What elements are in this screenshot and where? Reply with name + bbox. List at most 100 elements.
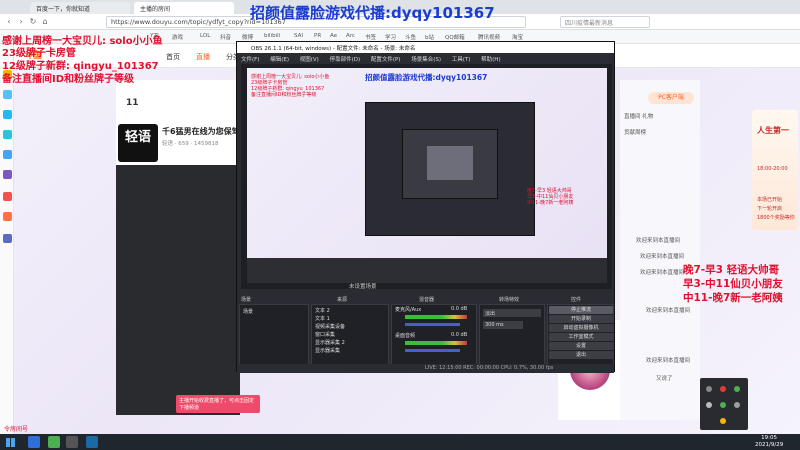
nav-home[interactable]: 首页: [166, 52, 180, 62]
volume-slider[interactable]: [405, 349, 460, 352]
taskbar-clock[interactable]: 19:05 2021/9/29: [755, 435, 783, 449]
bookmark[interactable]: 斗鱼: [405, 33, 416, 41]
menu-view[interactable]: 视图(V): [300, 57, 319, 63]
bookmark[interactable]: 游戏: [172, 33, 183, 41]
promo-text: 1800个奖励等你: [757, 215, 795, 221]
app-icon[interactable]: [3, 110, 12, 119]
chat-line: 欢迎来到本直播间: [646, 358, 691, 364]
overlay-right-line: 晚7-早3 轻语大帅哥: [683, 264, 780, 276]
bookmark[interactable]: LOL: [200, 33, 210, 39]
source-item[interactable]: 视频采集设备: [315, 323, 385, 331]
bookmark[interactable]: 淘宝: [512, 33, 523, 41]
tray-app-icon[interactable]: [706, 402, 712, 408]
video-player[interactable]: [116, 165, 240, 415]
tray-app-icon[interactable]: [720, 402, 726, 408]
menu-help[interactable]: 帮助(H): [481, 57, 500, 63]
source-item[interactable]: 文本 1: [315, 315, 385, 323]
nav-live[interactable]: 直播: [196, 52, 210, 62]
bookmark[interactable]: 抖音: [220, 33, 231, 41]
transition-select[interactable]: 淡出: [483, 309, 541, 317]
pc-client-button[interactable]: PC客户端: [648, 92, 694, 104]
bookmark[interactable]: bilibili: [264, 33, 280, 39]
forward-icon[interactable]: ›: [16, 17, 26, 27]
volume-slider[interactable]: [405, 323, 460, 326]
preview-line: 中11-晚7新一老阿姨: [527, 200, 574, 206]
menu-profile[interactable]: 配置文件(P): [371, 57, 401, 63]
home-icon[interactable]: ⌂: [40, 17, 50, 27]
studio-mode-button[interactable]: 工作室模式: [549, 333, 613, 341]
bookmark[interactable]: 书签: [365, 33, 376, 41]
bookmark[interactable]: Ae: [330, 33, 337, 39]
start-recording-button[interactable]: 开始录制: [549, 315, 613, 323]
taskbar-app-icon[interactable]: [28, 436, 40, 448]
preview-overlay-right: 晚7-早3 轻语大帅哥 早3-中11仙贝小朋友 中11-晚7新一老阿姨: [527, 188, 573, 206]
menu-tools[interactable]: 工具(T): [452, 57, 471, 63]
bookmark[interactable]: Arc: [346, 33, 355, 39]
tab-baidu[interactable]: 百度一下，你就知道: [30, 2, 130, 14]
virtual-camera-button[interactable]: 启动虚拟摄像机: [549, 324, 613, 332]
back-icon[interactable]: ‹: [4, 17, 14, 27]
settings-button[interactable]: 设置: [549, 342, 613, 350]
bookmark[interactable]: 微博: [242, 33, 253, 41]
menu-docks[interactable]: 停靠部件(D): [330, 57, 361, 63]
menu-file[interactable]: 文件(F): [241, 57, 259, 63]
anchor-avatar-logo[interactable]: 轻语: [118, 124, 158, 162]
bookmark[interactable]: 学习: [385, 33, 396, 41]
taskbar-app-icon[interactable]: [48, 436, 60, 448]
preview-dock-area: [247, 258, 607, 283]
mixer-channel-level: 0.0 dB: [451, 306, 468, 312]
menu-edit[interactable]: 编辑(E): [270, 57, 289, 63]
overlay-title: 招颜值露脸游戏代播:dyqy101367: [250, 4, 495, 22]
bookmark[interactable]: b站: [425, 33, 434, 41]
clock-date: 2021/9/29: [755, 442, 784, 448]
app-icon[interactable]: [3, 90, 12, 99]
bookmark[interactable]: 腾讯视频: [478, 33, 500, 41]
overlay-right-line: 早3-中11仙贝小朋友: [683, 278, 783, 290]
chat-line: 欢迎来到本直播间: [636, 238, 681, 244]
tray-app-icon[interactable]: [734, 402, 740, 408]
preview-nested-obs: [365, 102, 535, 236]
windows-start-icon[interactable]: [6, 438, 15, 447]
tray-app-icon[interactable]: [706, 386, 712, 392]
tray-app-icon[interactable]: [734, 386, 740, 392]
scene-item[interactable]: 场景: [243, 308, 253, 315]
preview-line: 备注直播间ID和粉丝牌子等级: [251, 92, 317, 98]
app-icon[interactable]: [3, 130, 12, 139]
source-item[interactable]: 显示器采集: [315, 347, 385, 355]
stop-streaming-button[interactable]: 停止推流: [549, 306, 613, 314]
source-item[interactable]: 显示器采集 2: [315, 339, 385, 347]
taskbar: 19:05 2021/9/29: [0, 434, 800, 450]
dock-header-scenes: 场景: [241, 297, 252, 303]
search-input[interactable]: 四川疫情最新消息: [560, 16, 650, 28]
menu-scene-collection[interactable]: 场景集合(S): [411, 57, 441, 63]
tab-douyu[interactable]: 主播的房间: [134, 2, 234, 14]
app-icon[interactable]: [3, 212, 12, 221]
preview-nested-obs-3: [427, 146, 473, 180]
promo-text: 本场已开始: [757, 197, 783, 203]
transitions-panel: 淡出 300 ms: [479, 304, 545, 366]
duration-input[interactable]: 300 ms: [483, 321, 523, 329]
source-item[interactable]: 文本 2: [315, 307, 385, 315]
app-icon[interactable]: [3, 150, 12, 159]
bookmark[interactable]: QQ邮箱: [445, 33, 465, 41]
chat-tab[interactable]: 直播间 礼物: [624, 112, 653, 120]
obs-preview[interactable]: 招颜值露脸游戏代播:dyqy101367 感谢上周榜一大宝贝儿: solo小小鱼…: [241, 64, 612, 289]
refresh-icon[interactable]: ↻: [28, 17, 38, 27]
exit-button[interactable]: 退出: [549, 351, 613, 359]
app-icon[interactable]: [3, 234, 12, 243]
app-icon[interactable]: [3, 192, 12, 201]
tray-app-icon[interactable]: [720, 418, 726, 424]
source-item[interactable]: 窗口采集: [315, 331, 385, 339]
dock-header-transitions: 转场特效: [499, 297, 520, 303]
overlay-right-line: 中11-晚7新一老阿姨: [683, 292, 783, 304]
chat-line: 又说了: [656, 376, 673, 382]
obs-taskbar-icon[interactable]: [66, 436, 78, 448]
bookmark[interactable]: SAI: [294, 33, 303, 39]
overlay-left-line: 备注直播间ID和粉丝牌子等级: [2, 74, 135, 85]
app-icon[interactable]: [3, 170, 12, 179]
app-dock: [0, 44, 14, 434]
chat-line: 贡献周榜: [624, 130, 647, 136]
taskbar-app-icon[interactable]: [86, 436, 98, 448]
tray-app-icon[interactable]: [720, 386, 726, 392]
bookmark[interactable]: PR: [314, 33, 321, 39]
